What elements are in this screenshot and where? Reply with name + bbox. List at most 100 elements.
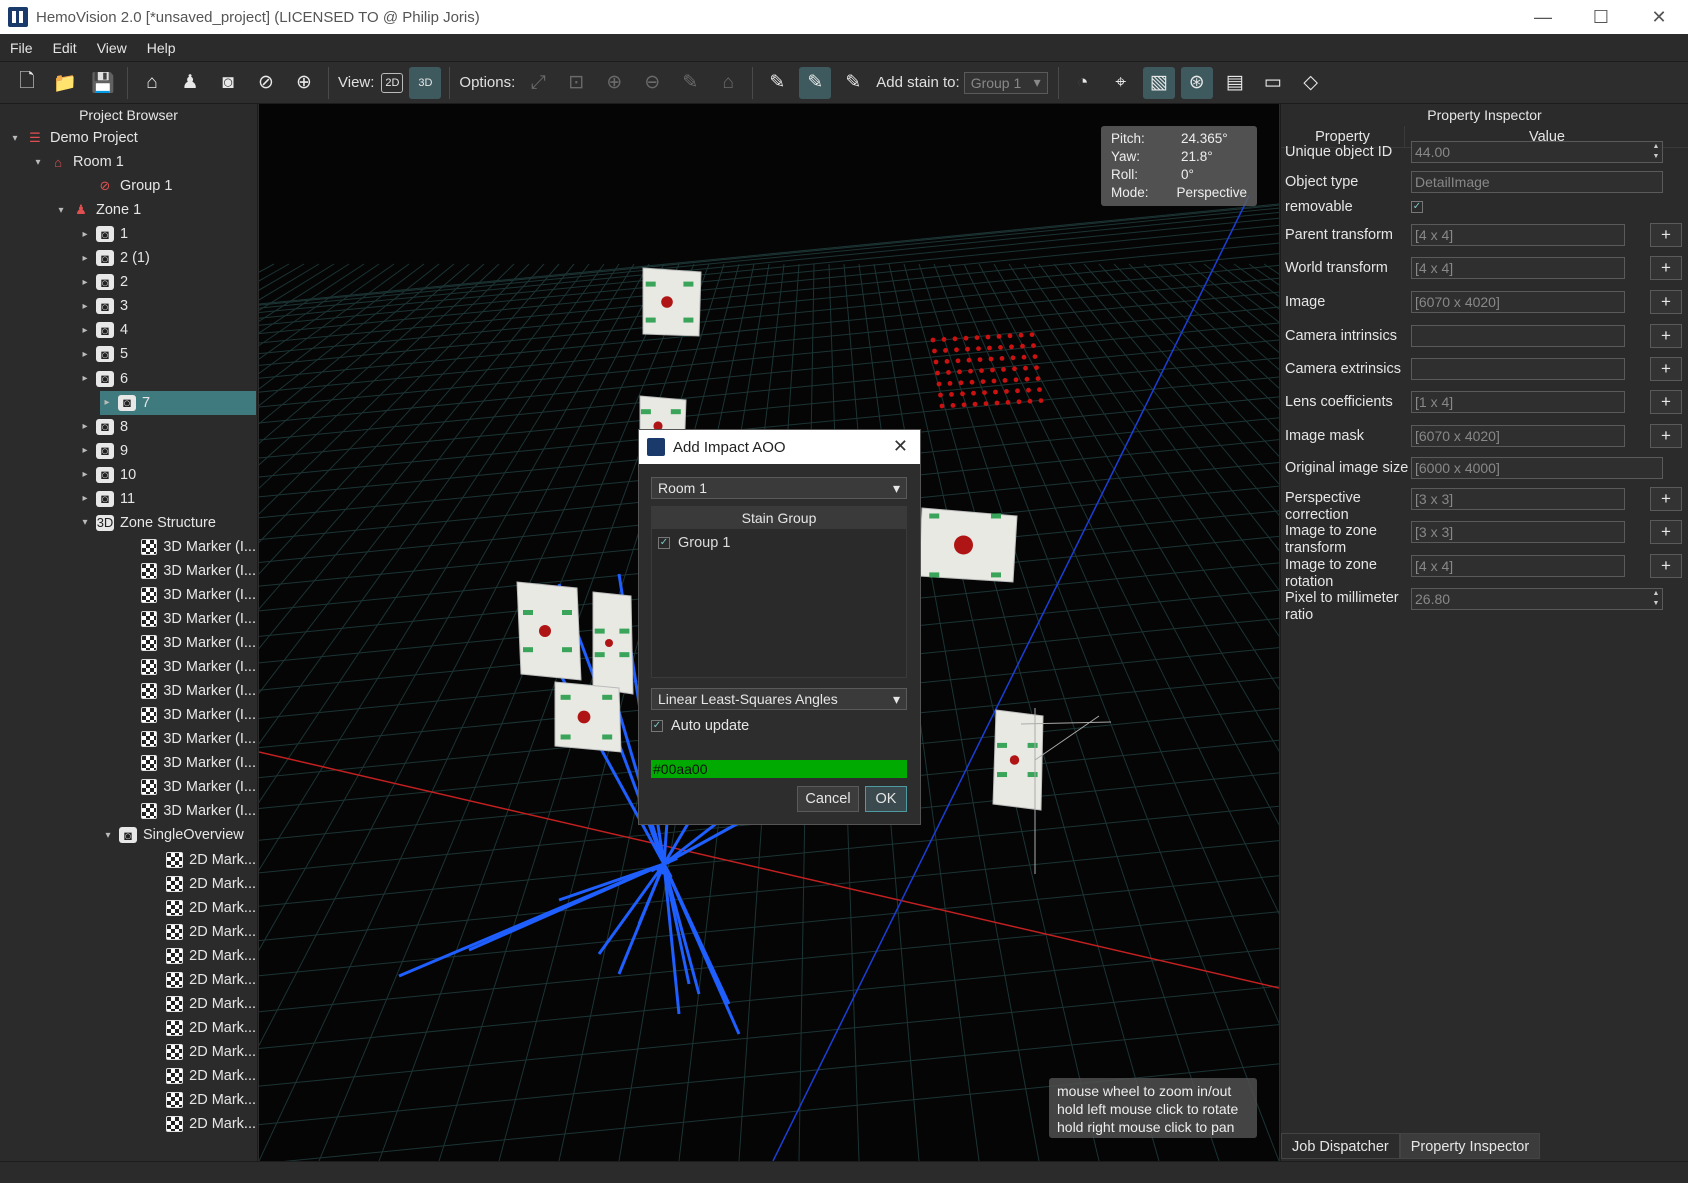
cancel-button[interactable]: Cancel (797, 786, 859, 812)
add-group-icon[interactable]: ⊘ (250, 67, 282, 99)
spinner-arrows-icon[interactable]: ▲ ▼ (1650, 142, 1662, 162)
new-project-icon[interactable]: 🗋 (11, 67, 43, 99)
tree-2d-marker[interactable]: 2D Mark... (148, 944, 256, 968)
stain-select-icon[interactable]: ✎ (799, 66, 832, 99)
tree-group[interactable]: ⊘ Group 1 (78, 174, 256, 198)
tree-2d-marker[interactable]: 2D Mark... (148, 968, 256, 992)
tree-3d-marker[interactable]: 3D Marker (I... (124, 775, 256, 799)
tree-3d-marker[interactable]: 3D Marker (I... (124, 607, 256, 631)
property-value-field[interactable]: 26.80 ▲ ▼ (1411, 588, 1663, 610)
expand-arrow-icon[interactable]: ▸ (100, 397, 114, 408)
property-value-field[interactable]: [4 x 4] (1411, 224, 1625, 246)
expand-arrow-icon[interactable]: ▾ (101, 830, 115, 841)
property-value-field[interactable]: [3 x 3] (1411, 521, 1625, 543)
tree-2d-marker[interactable]: 2D Mark... (148, 920, 256, 944)
tree-2d-marker[interactable]: 2D Mark... (148, 872, 256, 896)
expand-arrow-icon[interactable]: ▸ (78, 277, 92, 288)
tree-2d-marker[interactable]: 2D Mark... (148, 1088, 256, 1112)
expand-property-button[interactable]: + (1650, 290, 1682, 314)
zoom-in-icon[interactable]: ⊕ (598, 67, 630, 99)
expand-property-button[interactable]: + (1650, 520, 1682, 544)
view-3d-button[interactable]: 3D (409, 66, 442, 99)
expand-property-button[interactable]: + (1650, 357, 1682, 381)
expand-arrow-icon[interactable]: ▸ (78, 349, 92, 360)
property-value-field[interactable] (1411, 358, 1625, 380)
property-value-field[interactable]: DetailImage (1411, 171, 1663, 193)
tree-single-overview[interactable]: ▾ ◙ SingleOverview (101, 823, 256, 847)
expand-arrow-icon[interactable]: ▸ (78, 469, 92, 480)
property-value-field[interactable]: 44.00 ▲ ▼ (1411, 141, 1663, 163)
zoom-out-icon[interactable]: ⊖ (636, 67, 668, 99)
sphere-icon[interactable]: ⊛ (1180, 66, 1213, 99)
property-value-field[interactable]: [6070 x 4020] (1411, 291, 1625, 313)
tree-camera[interactable]: ▸ ◙ 1 (78, 222, 256, 246)
auto-update-checkbox[interactable]: ✓ (651, 720, 663, 732)
menu-file[interactable]: File (0, 40, 43, 56)
tree-3d-marker[interactable]: 3D Marker (I... (124, 799, 256, 823)
tree-3d-marker[interactable]: 3D Marker (I... (124, 583, 256, 607)
expand-property-button[interactable]: + (1650, 554, 1682, 578)
property-value-field[interactable]: [4 x 4] (1411, 257, 1625, 279)
hatch-icon[interactable]: ▧ (1142, 66, 1175, 99)
menu-view[interactable]: View (87, 40, 137, 56)
film-icon[interactable]: ▤ (1219, 67, 1251, 99)
property-value-field[interactable] (1411, 325, 1625, 347)
minimize-button[interactable]: — (1514, 0, 1572, 34)
monitor-icon[interactable]: ▭ (1257, 67, 1289, 99)
tree-3d-marker[interactable]: 3D Marker (I... (124, 679, 256, 703)
crosshair-icon[interactable]: ⌖ (1105, 67, 1137, 99)
tree-camera[interactable]: ▸ ◙ 2 (78, 270, 256, 294)
globe-icon[interactable]: ⊕ (288, 67, 320, 99)
tree-camera[interactable]: ▸ ◙ 10 (78, 463, 256, 487)
tree-2d-marker[interactable]: 2D Mark... (148, 1040, 256, 1064)
stain-icon[interactable]: ✎ (761, 67, 793, 99)
tree-3d-marker[interactable]: 3D Marker (I... (124, 703, 256, 727)
add-room-icon[interactable]: ⌂ (136, 67, 168, 99)
open-folder-icon[interactable]: 📁 (49, 67, 81, 99)
add-camera-icon[interactable]: ◙ (212, 67, 244, 99)
tag-icon[interactable]: ⌂ (712, 67, 744, 99)
property-value-field[interactable]: [1 x 4] (1411, 391, 1625, 413)
tree-3d-marker[interactable]: 3D Marker (I... (124, 655, 256, 679)
tree-2d-marker[interactable]: 2D Mark... (148, 992, 256, 1016)
expand-arrow-icon[interactable]: ▾ (8, 133, 22, 144)
close-window-button[interactable]: ✕ (1630, 0, 1688, 34)
fit-view-icon[interactable]: ⤢ (522, 67, 554, 99)
tree-3d-marker[interactable]: 3D Marker (I... (124, 727, 256, 751)
property-value-field[interactable]: [3 x 3] (1411, 488, 1625, 510)
group-checkbox[interactable]: ✓ (658, 537, 670, 549)
tree-camera[interactable]: ▸ ◙ 7 (100, 390, 256, 415)
tree-2d-marker[interactable]: 2D Mark... (148, 1016, 256, 1040)
view-2d-button[interactable]: 2D (381, 72, 404, 93)
tree-2d-marker[interactable]: 2D Mark... (148, 848, 256, 872)
menu-edit[interactable]: Edit (43, 40, 87, 56)
stain-edit-icon[interactable]: ✎ (837, 67, 869, 99)
removable-checkbox[interactable]: ✓ (1411, 201, 1423, 213)
tree-camera[interactable]: ▸ ◙ 11 (78, 487, 256, 511)
expand-arrow-icon[interactable]: ▸ (78, 445, 92, 456)
expand-arrow-icon[interactable]: ▸ (78, 325, 92, 336)
expand-arrow-icon[interactable]: ▾ (54, 205, 68, 216)
maximize-button[interactable]: ☐ (1572, 0, 1630, 34)
tree-3d-marker[interactable]: 3D Marker (I... (124, 559, 256, 583)
expand-arrow-icon[interactable]: ▸ (78, 493, 92, 504)
actual-size-icon[interactable]: ⊡ (560, 67, 592, 99)
expand-arrow-icon[interactable]: ▾ (31, 157, 45, 168)
perspective-cube-icon[interactable]: ◇ (1295, 67, 1327, 99)
tree-camera[interactable]: ▸ ◙ 9 (78, 439, 256, 463)
tab-job-dispatcher[interactable]: Job Dispatcher (1281, 1133, 1400, 1159)
expand-arrow-icon[interactable]: ▸ (78, 373, 92, 384)
tree-camera[interactable]: ▸ ◙ 8 (78, 415, 256, 439)
tree-2d-marker[interactable]: 2D Mark... (148, 1112, 256, 1136)
expand-property-button[interactable]: + (1650, 324, 1682, 348)
color-field[interactable]: #00aa00 (651, 760, 907, 778)
add-zone-icon[interactable]: ♟ (174, 67, 206, 99)
property-value-field[interactable]: [6070 x 4020] (1411, 425, 1625, 447)
tree-camera[interactable]: ▸ ◙ 6 (78, 367, 256, 391)
tree-camera[interactable]: ▸ ◙ 4 (78, 318, 256, 342)
expand-property-button[interactable]: + (1650, 223, 1682, 247)
property-value-field[interactable]: [4 x 4] (1411, 555, 1625, 577)
expand-property-button[interactable]: + (1650, 256, 1682, 280)
method-select[interactable]: Linear Least-Squares Angles ▾ (651, 688, 907, 710)
tree-zone[interactable]: ▾ ♟ Zone 1 (54, 198, 256, 222)
